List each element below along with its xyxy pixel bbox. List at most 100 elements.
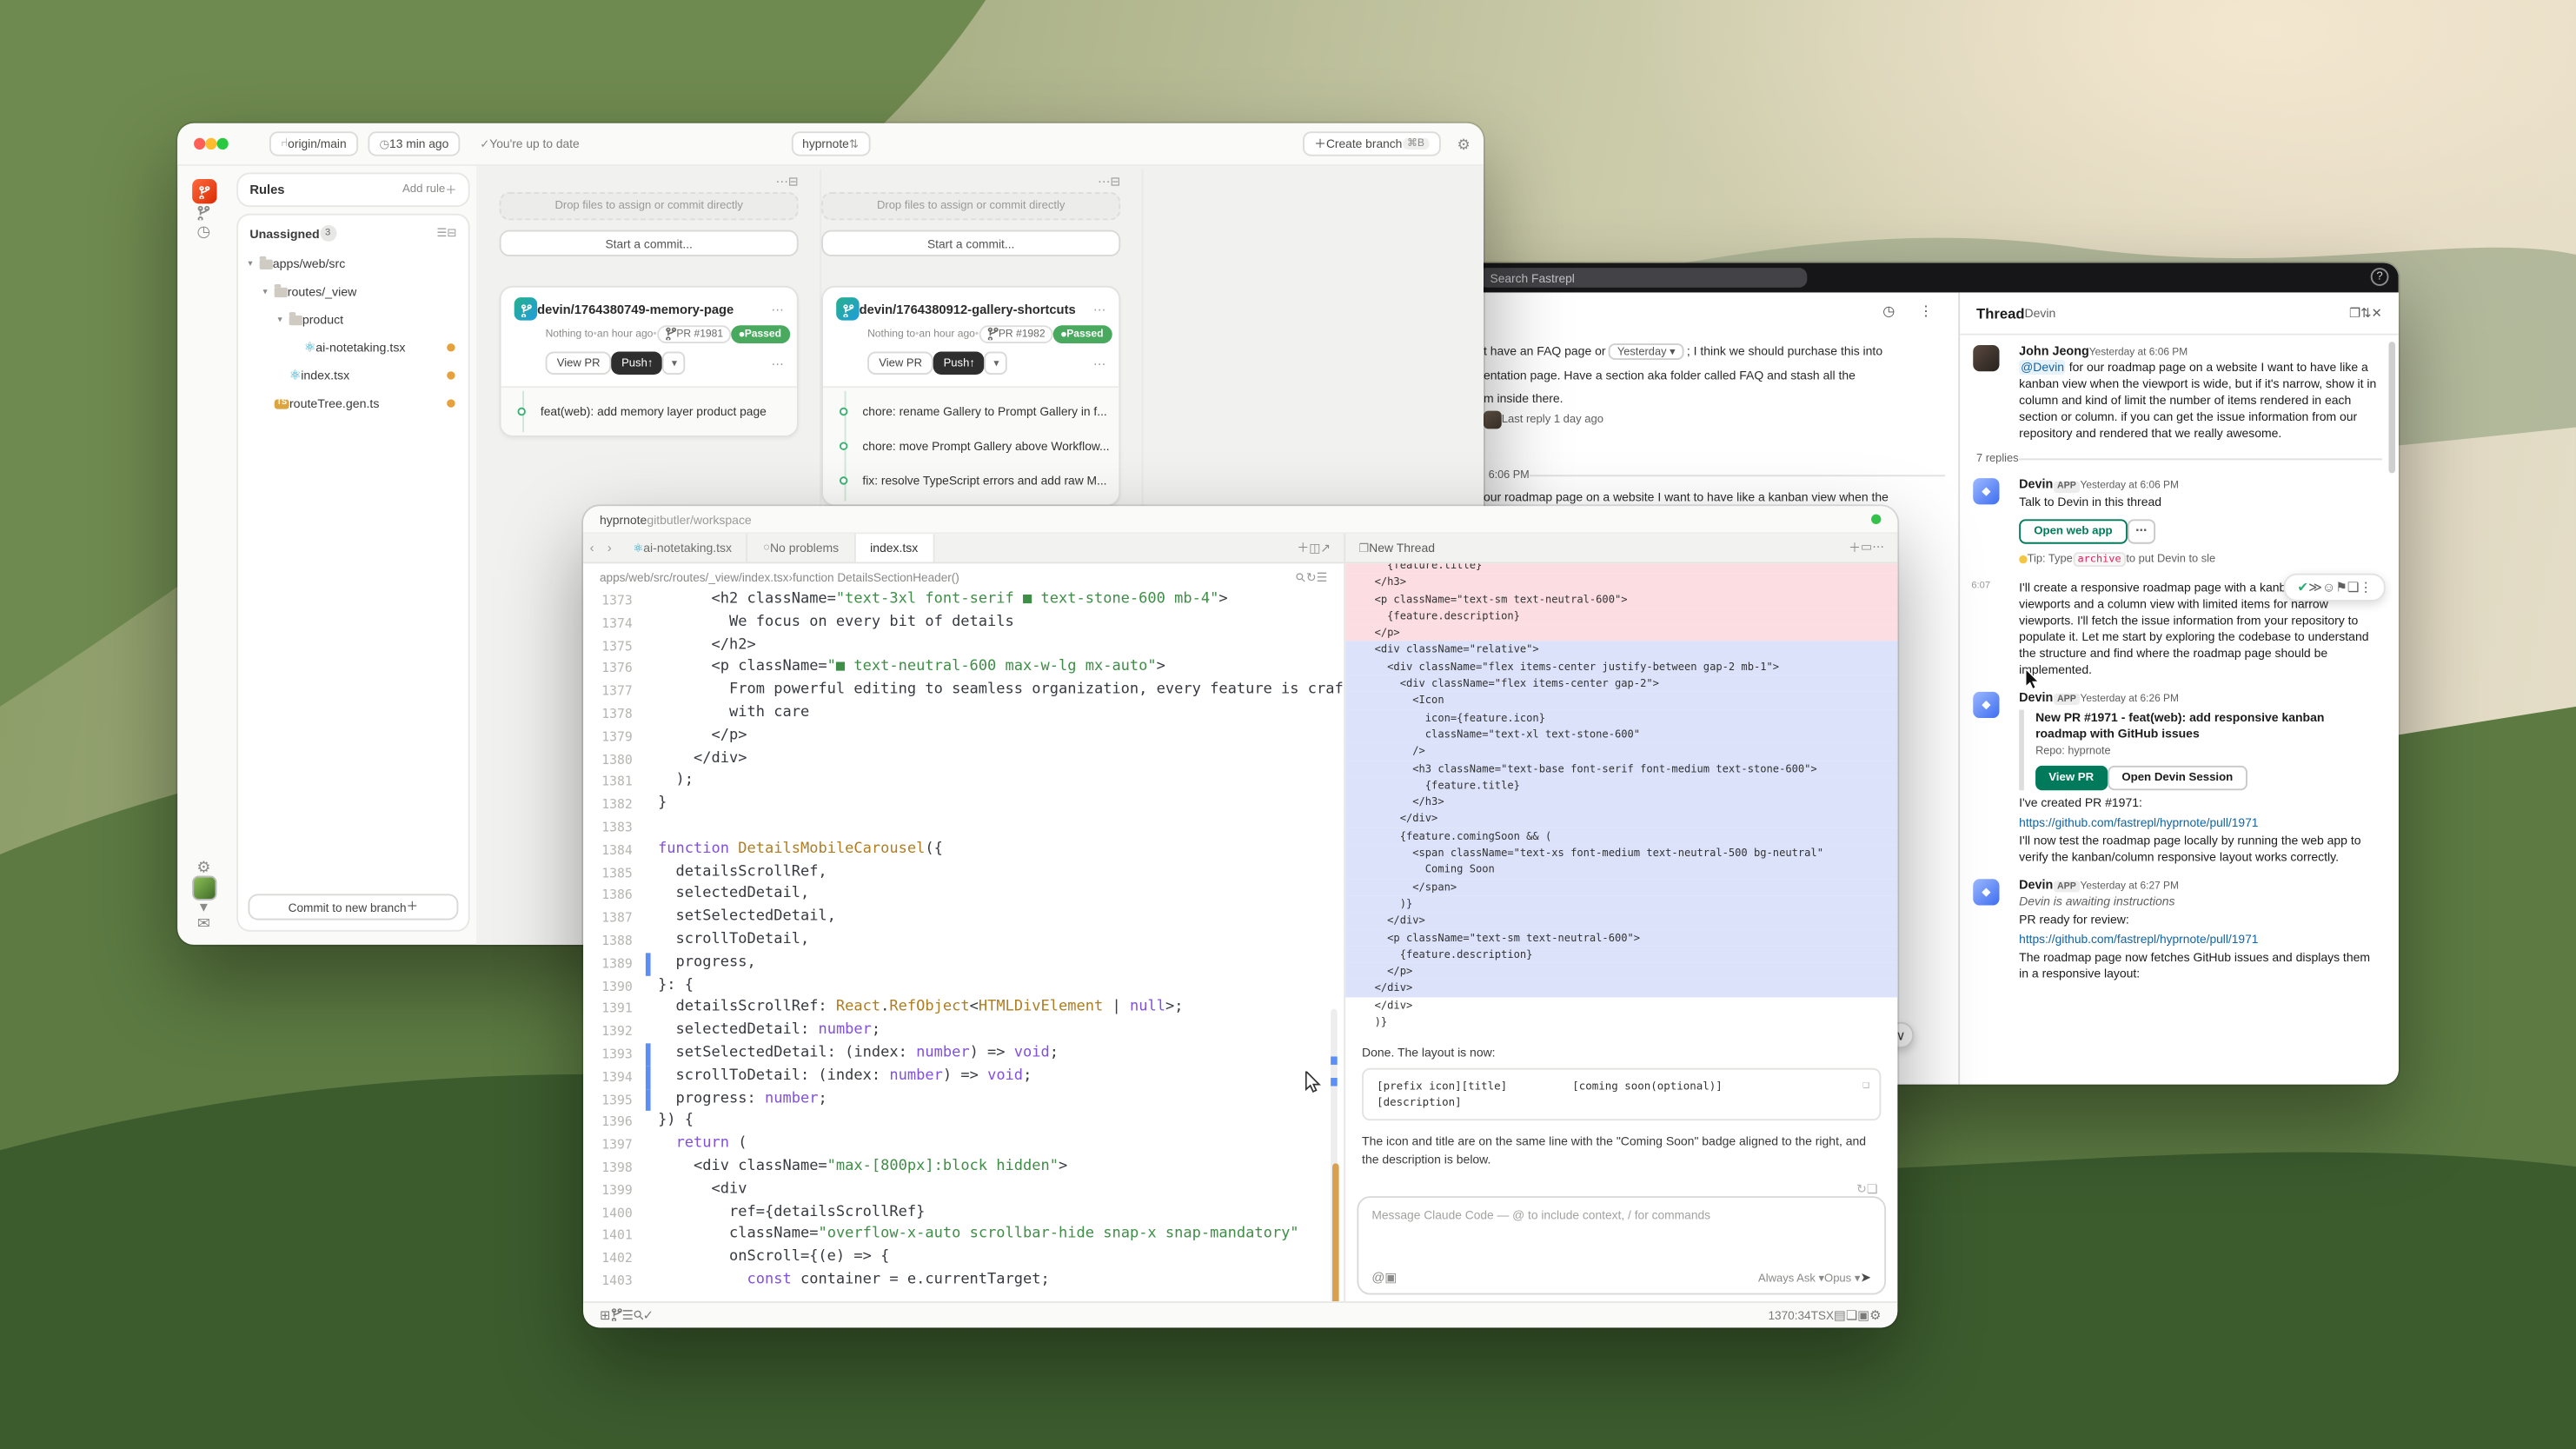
refresh-icon[interactable]: ↻ (1306, 569, 1317, 584)
avatar[interactable]: ◆ (1973, 478, 1999, 504)
thread-scrollbar[interactable] (2388, 342, 2395, 473)
message-actions-toolbar[interactable]: ✔≫☺⚑❏⋮ (2284, 574, 2385, 602)
send-icon[interactable]: ➤ (1860, 1270, 1871, 1285)
chevron-down-icon[interactable]: ▾ (200, 901, 208, 916)
grid-icon[interactable]: ⊞ (600, 1308, 610, 1323)
code-line[interactable]: 1387 setSelectedDetail, (583, 907, 1344, 930)
breadcrumb-path[interactable]: apps/web/src/routes/_view/index.tsx (600, 569, 789, 584)
retry-icon[interactable]: ↻ (1856, 1181, 1867, 1196)
lane-menu-icon[interactable]: ⋯ (1098, 173, 1110, 188)
terminal-icon[interactable]: ▣ (1857, 1308, 1869, 1323)
gitbutler-logo-icon[interactable] (191, 179, 216, 203)
permission-mode-select[interactable]: Always Ask ▾ (1758, 1271, 1824, 1284)
link[interactable]: https://github.com/fastrepl/hyprnote/pul… (2019, 932, 2379, 948)
avatar[interactable]: ◆ (1973, 879, 1999, 905)
copy-icon[interactable]: ❏ (1846, 1308, 1857, 1323)
button-open-devin-session[interactable]: Open Devin Session (2107, 765, 2247, 789)
breadcrumb-symbol[interactable]: function DetailsSectionHeader() (793, 569, 959, 584)
pr-chip[interactable]: PR #1981 (657, 325, 732, 343)
drop-zone[interactable]: Drop files to assign or commit directly (500, 192, 799, 220)
code-line[interactable]: 1381 ); (583, 771, 1344, 794)
last-reply-text[interactable]: Last reply 1 day ago (1502, 414, 1603, 425)
start-commit-button[interactable]: Start a commit... (821, 230, 1120, 256)
code-line[interactable]: 1392 selectedDetail: number; (583, 1020, 1344, 1043)
code-line[interactable]: 1397 return ( (583, 1134, 1344, 1157)
mention-icon[interactable]: @ (1371, 1270, 1384, 1285)
commit-row[interactable]: fix: resolve TypeScript errors and add r… (823, 463, 1119, 498)
mention[interactable]: @Devin (2019, 360, 2066, 375)
button-view-pr[interactable]: View PR (2035, 765, 2107, 789)
forward-icon[interactable]: ≫ (2308, 580, 2322, 595)
code-line[interactable]: 1385 detailsScrollRef, (583, 862, 1344, 885)
assistant-input[interactable]: Message Claude Code — @ to include conte… (1357, 1196, 1886, 1294)
code-line[interactable]: 1383 (583, 816, 1344, 839)
traffic-lights[interactable] (194, 138, 229, 150)
attach-image-icon[interactable]: ▣ (1384, 1270, 1397, 1285)
nav-forward-icon[interactable]: › (601, 534, 618, 562)
code-line[interactable]: 1386 selectedDetail, (583, 885, 1344, 907)
code-line[interactable]: 1394 scrollToDetail: (index: number) => … (583, 1066, 1344, 1088)
code-line[interactable]: 1389 progress, (583, 953, 1344, 975)
more-icon[interactable]: ⋯ (1872, 539, 1884, 557)
history-icon[interactable]: ◷ (197, 224, 211, 240)
settings-icon[interactable]: ⚙ (1457, 136, 1471, 155)
project-name[interactable]: hyprnote (600, 512, 647, 527)
expand-icon[interactable]: ↗ (1320, 541, 1331, 555)
code-line[interactable]: 1390}: { (583, 975, 1344, 998)
flag-icon[interactable]: ⚑ (2335, 580, 2347, 595)
code-line[interactable]: 1377 From powerful editing to seamless o… (583, 681, 1344, 703)
code-line[interactable]: 1402 onScroll={(e) => { (583, 1247, 1344, 1270)
language-mode[interactable]: TSX (1811, 1308, 1834, 1323)
code-line[interactable]: 1401 className="overflow-x-auto scrollba… (583, 1225, 1344, 1247)
collapse-icon[interactable]: ⊟ (447, 227, 456, 240)
date-dropdown[interactable]: Yesterday ▾ (1609, 343, 1683, 360)
code-line[interactable]: 1400 ref={detailsScrollRef} (583, 1202, 1344, 1225)
code-line[interactable]: 1380 </div> (583, 748, 1344, 771)
history-icon[interactable]: ◷ (1882, 302, 1895, 321)
commit-row[interactable]: feat(web): add memory layer product page (501, 395, 797, 429)
author-name[interactable]: Devin (2019, 476, 2053, 491)
help-icon[interactable]: ? (2371, 268, 2389, 286)
more-vertical-icon[interactable]: ⋮ (1919, 302, 1933, 321)
lane-menu-icon[interactable]: ⋯ (776, 173, 788, 188)
tree-item-index-tsx[interactable]: ⚛index.tsx (242, 362, 465, 389)
code-line[interactable]: 1374 We focus on every bit of details (583, 613, 1344, 635)
assistant-tab[interactable]: New Thread (1369, 541, 1435, 555)
button-more[interactable]: ⋯ (2128, 518, 2155, 542)
cursor-position[interactable]: 1370:34 (1768, 1308, 1810, 1323)
open-in-window-icon[interactable]: ❐ (2349, 306, 2360, 321)
code-line[interactable]: 1388 scrollToDetail, (583, 930, 1344, 953)
menu-icon[interactable]: ☰ (1317, 569, 1328, 584)
workspace-branch[interactable]: gitbutler/workspace (647, 512, 751, 527)
gitbutler-title-bar[interactable]: ⑁origin/main ◷13 min ago ✓You're up to d… (177, 123, 1484, 166)
push-button[interactable]: Push↑ (933, 352, 985, 375)
last-fetch-pill[interactable]: ◷13 min ago (368, 131, 460, 156)
filter-icon[interactable]: ⇅ (2360, 306, 2371, 321)
close-window-icon[interactable] (194, 138, 205, 150)
link[interactable]: https://github.com/fastrepl/hyprnote/pul… (2019, 814, 2379, 831)
branch-icon[interactable] (610, 1306, 621, 1325)
code-line[interactable]: 1391 detailsScrollRef: React.RefObject<H… (583, 998, 1344, 1020)
avatar[interactable]: ◆ (1973, 691, 1999, 717)
author-name[interactable]: John Jeong (2019, 343, 2089, 358)
gear-icon[interactable]: ⚙ (1869, 1308, 1881, 1323)
tab-index-tsx[interactable]: index.tsx (855, 534, 934, 562)
nav-back-icon[interactable]: ‹ (583, 534, 601, 562)
branches-icon[interactable] (197, 203, 210, 224)
code-line[interactable]: 1378 with care (583, 703, 1344, 726)
base-branch-pill[interactable]: ⑁origin/main (269, 131, 358, 156)
commit-row[interactable]: chore: move Prompt Gallery above Workflo… (823, 429, 1119, 463)
more-icon[interactable]: ⋮ (2359, 580, 2372, 595)
code-line[interactable]: 1376 <p className="■ text-neutral-600 ma… (583, 658, 1344, 681)
push-button[interactable]: Push↑ (612, 352, 663, 375)
commit-row[interactable]: chore: rename Gallery to Prompt Gallery … (823, 395, 1119, 429)
settings-gear-icon[interactable]: ⚙ (196, 861, 210, 876)
button-open-web-app[interactable]: Open web app (2019, 518, 2127, 542)
code-line[interactable]: 1382} (583, 794, 1344, 816)
branch-name[interactable]: devin/1764380749-memory-page (537, 302, 771, 316)
minimize-window-icon[interactable] (205, 138, 216, 150)
add-rule-button[interactable]: Add rule＋ (402, 182, 457, 198)
lane-grid-icon[interactable]: ⊟ (1110, 173, 1120, 188)
code-line[interactable]: 1375 </h2> (583, 635, 1344, 658)
code-line[interactable]: 1396}) { (583, 1111, 1344, 1133)
